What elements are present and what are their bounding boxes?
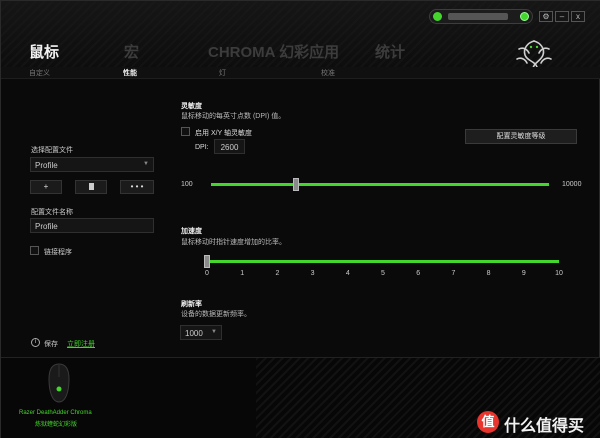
link-program-label: 链接程序 — [44, 249, 72, 256]
polling-rate-select[interactable]: 1000 ▼ — [180, 325, 222, 340]
app-window: 鼠标 宏 CHROMA 幻彩应用 统计 ⚙ – x 自定义 性能 灯 校准 选择… — [0, 0, 600, 438]
device-name: Razer DeathAdder Chroma — [19, 410, 92, 416]
profile-name-input[interactable]: Profile — [30, 218, 154, 233]
watermark: 值 什么值得买 — [477, 409, 600, 437]
acceleration-tick-label: 0 — [205, 270, 209, 277]
window-controls: ⚙ – x — [539, 11, 585, 22]
profile-name-label: 配置文件名称 — [31, 209, 73, 216]
dpi-min-label: 100 — [181, 181, 193, 188]
dpi-max-label: 10000 — [562, 181, 582, 188]
chevron-down-icon: ▼ — [211, 329, 217, 335]
dpi-slider-thumb[interactable] — [293, 178, 300, 191]
account-name-field — [448, 13, 508, 20]
acceleration-title: 加速度 — [181, 228, 202, 235]
profile-select-label: 选择配置文件 — [31, 147, 73, 154]
acceleration-tick-label: 6 — [416, 270, 421, 277]
account-bar[interactable] — [429, 9, 533, 24]
sub-tabs: 自定义 性能 灯 校准 — [1, 67, 600, 79]
device-subname: 炼狱蝰蛇幻彩版 — [35, 422, 78, 428]
smzdm-logo-icon: 值 — [477, 411, 499, 433]
acceleration-tick-label: 7 — [451, 270, 456, 277]
xy-sensitivity-label: 启用 X/Y 轴灵敏度 — [195, 130, 253, 137]
register-link[interactable]: 立即注册 — [67, 339, 95, 349]
chevron-down-icon: ▼ — [143, 161, 149, 167]
more-options-button[interactable]: • • • — [120, 180, 154, 194]
subtab-lighting[interactable]: 灯 — [219, 68, 226, 78]
acceleration-tick-label: 8 — [486, 270, 491, 277]
watermark-text: 什么值得买 — [504, 418, 585, 435]
acceleration-tick-label: 10 — [555, 270, 563, 277]
acceleration-tick-label: 5 — [381, 270, 385, 277]
dpi-label: DPI: — [195, 144, 209, 151]
acceleration-tick-label: 9 — [521, 270, 526, 277]
delete-profile-button[interactable] — [75, 180, 107, 194]
acceleration-slider-thumb[interactable] — [204, 255, 210, 268]
info-icon: i — [31, 338, 40, 347]
save-label: 保存 — [44, 341, 58, 348]
top-bar: 鼠标 宏 CHROMA 幻彩应用 统计 ⚙ – x — [1, 1, 600, 76]
subtab-performance[interactable]: 性能 — [123, 68, 137, 78]
online-status-icon — [433, 12, 442, 21]
acceleration-slider-track[interactable] — [207, 260, 559, 263]
acceleration-tick-label: 3 — [310, 270, 315, 277]
acceleration-tick-label: 1 — [240, 270, 245, 277]
sync-status-icon[interactable] — [520, 12, 529, 21]
settings-gear-icon[interactable]: ⚙ — [539, 11, 553, 22]
sensitivity-title: 灵敏度 — [181, 103, 202, 110]
dpi-slider-track[interactable] — [211, 183, 549, 186]
main-tabs: 鼠标 宏 CHROMA 幻彩应用 统计 — [29, 41, 405, 62]
close-button[interactable]: x — [571, 11, 585, 22]
tab-stats[interactable]: 统计 — [375, 41, 405, 62]
polling-rate-title: 刷新率 — [181, 301, 202, 308]
acceleration-tick-label: 2 — [275, 270, 280, 277]
profile-select[interactable]: Profile ▼ — [30, 157, 154, 172]
tab-chroma-apps[interactable]: CHROMA 幻彩应用 — [208, 41, 375, 62]
subtab-calibration[interactable]: 校准 — [321, 68, 335, 78]
link-program-checkbox[interactable] — [30, 246, 39, 255]
tab-mouse[interactable]: 鼠标 — [29, 41, 124, 62]
tab-macro[interactable]: 宏 — [124, 41, 208, 62]
minimize-button[interactable]: – — [555, 11, 569, 22]
mouse-device-icon[interactable] — [47, 363, 71, 403]
trash-icon — [88, 183, 94, 190]
acceleration-desc: 鼠标移动时指针速度增加的比率。 — [181, 239, 286, 246]
polling-rate-desc: 设备的数据更新频率。 — [181, 311, 251, 318]
subtab-customize[interactable]: 自定义 — [29, 68, 50, 78]
polling-rate-value: 1000 — [185, 329, 203, 338]
acceleration-tick-label: 4 — [345, 270, 350, 277]
profile-select-value: Profile — [35, 161, 58, 170]
xy-sensitivity-checkbox[interactable] — [181, 127, 190, 136]
add-profile-button[interactable]: + — [30, 180, 62, 194]
dpi-input[interactable]: 2600 — [214, 139, 245, 154]
sensitivity-desc: 鼠标移动的每英寸点数 (DPI) 值。 — [181, 113, 286, 120]
configure-sensitivity-button[interactable]: 配置灵敏度等级 — [465, 129, 577, 144]
